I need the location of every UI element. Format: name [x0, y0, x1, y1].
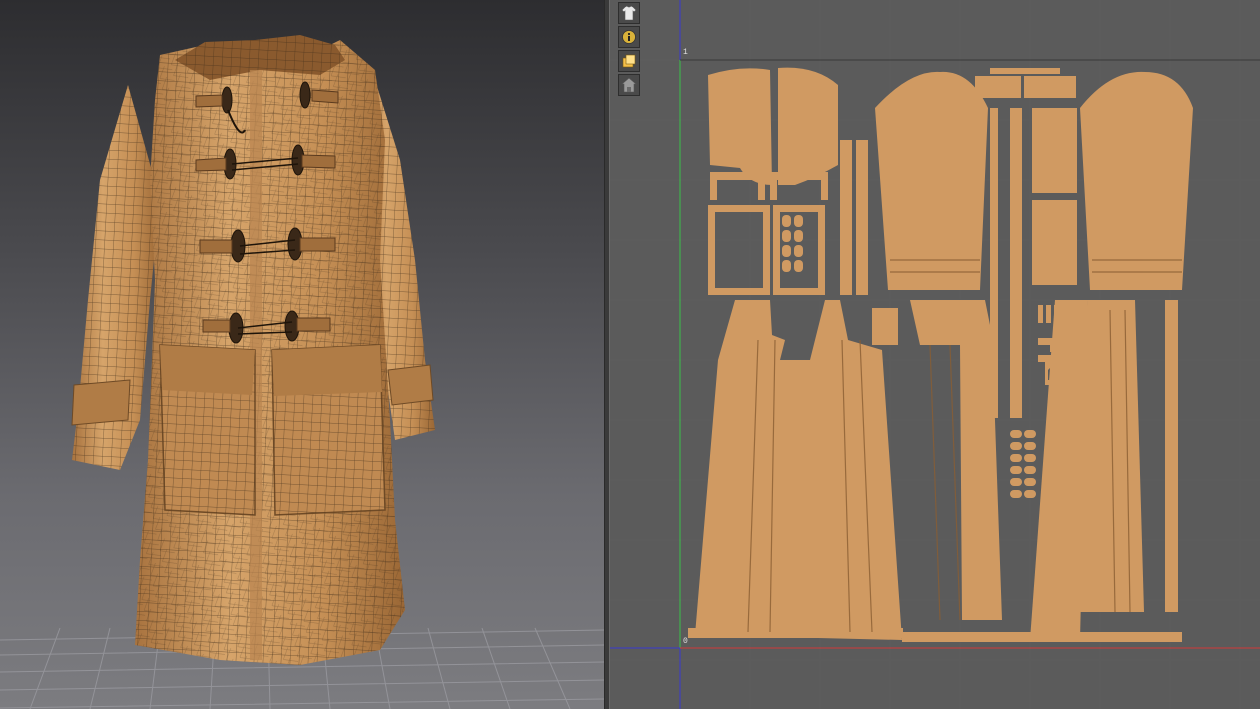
uv-side-panel-right: [1030, 300, 1088, 640]
shirt-icon[interactable]: [618, 2, 640, 24]
view-toolbar: [618, 2, 642, 98]
pattern-canvas: [610, 0, 1260, 709]
axis-origin-label: 0: [683, 637, 688, 646]
coat-model[interactable]: [71, 35, 435, 665]
uv-front-left-panel: [695, 300, 902, 640]
3d-viewport[interactable]: [0, 0, 604, 709]
layer-icon[interactable]: [618, 50, 640, 72]
uv-side-panel-left: [910, 300, 1002, 620]
house-shirt-icon[interactable]: [618, 74, 640, 96]
3d-scene: [0, 35, 604, 709]
uv-toggle-bits: [782, 215, 803, 272]
uv-islands: [688, 67, 1193, 642]
info-icon[interactable]: [618, 26, 640, 48]
uv-hood-right: [778, 67, 838, 185]
uv-hood-left: [708, 68, 772, 185]
uv-sleeve-right: [1080, 71, 1193, 291]
axis-top-label: 1: [683, 48, 688, 57]
uv-sleeve-left: [875, 71, 988, 291]
2d-pattern-viewport[interactable]: 1 0: [610, 0, 1260, 709]
